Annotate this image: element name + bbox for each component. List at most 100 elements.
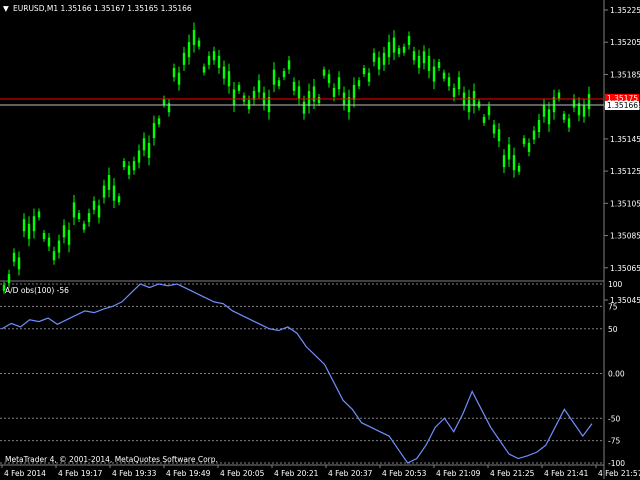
candle-body	[402, 46, 406, 53]
candle-body	[377, 57, 381, 70]
time-tick-label: 4 Feb 20:05	[220, 469, 265, 478]
candle-body	[82, 223, 86, 230]
candle-body	[237, 84, 241, 91]
indicator-tick-label: 75	[608, 302, 618, 311]
candle-body	[582, 104, 586, 117]
indicator-tick-label: 50	[608, 325, 618, 334]
candle-body	[537, 120, 541, 132]
time-tick-label: 4 Feb 2014	[4, 469, 46, 478]
time-tick-label: 4 Feb 20:21	[274, 469, 319, 478]
candle-body	[572, 98, 576, 108]
indicator-tick-label: -50	[608, 414, 620, 423]
indicator-tick-label: 0.00	[608, 370, 625, 379]
candle-body	[422, 51, 426, 64]
candle-body	[452, 87, 456, 97]
candle-body	[207, 55, 211, 65]
candle-body	[197, 40, 201, 47]
time-tick-label: 4 Feb 19:33	[112, 469, 157, 478]
candle-body	[257, 80, 261, 93]
candle-body	[297, 86, 301, 99]
candle-body	[512, 155, 516, 171]
candle-body	[127, 165, 131, 175]
time-tick-label: 4 Feb 20:37	[328, 469, 373, 478]
chart-canvas[interactable]: 1.35225 1.35205 1.35185 1.35166 1.35145 1.351…	[0, 0, 640, 480]
candle-body	[287, 60, 291, 70]
time-tick-label: 4 Feb 21:41	[544, 469, 589, 478]
copyright-text: MetaTrader 4, © 2001-2014, MetaQuotes So…	[5, 455, 218, 464]
candle-body	[532, 130, 536, 140]
candle-body	[42, 232, 46, 239]
candle-body	[487, 106, 491, 116]
candle-body	[447, 77, 451, 87]
candle-body	[557, 92, 561, 99]
candle-body	[17, 257, 21, 270]
candle-body	[107, 174, 111, 190]
candle-body	[137, 150, 141, 163]
indicator-title: A/D obs(100) -56	[5, 286, 69, 295]
candle-body	[122, 161, 126, 168]
price-candles	[2, 22, 591, 294]
candle-body	[147, 142, 151, 158]
price-tick-label: 1.35125	[610, 167, 640, 176]
candle-body	[397, 48, 401, 55]
candle-body	[47, 237, 51, 247]
candle-body	[382, 52, 386, 65]
price-tick-label: 1.35145	[610, 135, 640, 144]
candle-body	[337, 77, 341, 90]
candle-body	[367, 72, 371, 82]
candle-body	[12, 252, 16, 262]
candle-body	[362, 68, 366, 75]
candle-body	[22, 219, 26, 232]
chart-title: EURUSD,M1 1.35166 1.35167 1.35165 1.3516…	[13, 4, 192, 13]
candle-body	[317, 97, 321, 104]
candle-body	[212, 51, 216, 61]
candle-body	[407, 36, 411, 46]
time-tick-label: 4 Feb 19:17	[58, 469, 103, 478]
candle-body	[387, 42, 391, 58]
candle-body	[457, 77, 461, 90]
candle-body	[227, 71, 231, 87]
price-tick-label: 1.35225	[610, 6, 640, 15]
candle-body	[72, 202, 76, 218]
price-axis: 1.35225 1.35205 1.35185 1.35166 1.35145 1.351…	[604, 6, 640, 305]
candle-body	[372, 52, 376, 62]
candle-body	[112, 185, 116, 201]
bid-price-label: 1.35166	[607, 101, 638, 110]
time-tick-label: 4 Feb 20:53	[382, 469, 427, 478]
candle-body	[142, 138, 146, 151]
candle-body	[92, 200, 96, 210]
candle-body	[217, 55, 221, 68]
candle-body	[27, 223, 31, 239]
indicator-grid	[0, 283, 604, 464]
candle-body	[157, 118, 161, 125]
price-tick-label: 1.35185	[610, 70, 640, 79]
indicator-tick-label: 100	[608, 280, 623, 289]
candle-body	[222, 66, 226, 79]
candle-body	[187, 42, 191, 58]
candle-body	[32, 216, 36, 232]
price-tick-label: 1.35105	[610, 199, 640, 208]
candle-body	[97, 205, 101, 218]
time-tick-label: 4 Feb 21:57	[598, 469, 640, 478]
candle-body	[562, 113, 566, 120]
symbol-dropdown-icon[interactable]: ▼	[3, 4, 9, 13]
price-tick-label: 1.35205	[610, 38, 640, 47]
candle-body	[192, 29, 196, 45]
candle-body	[277, 80, 281, 87]
candle-body	[502, 155, 506, 168]
candle-body	[292, 81, 296, 91]
indicator-tick-label: -75	[608, 437, 620, 446]
time-tick-label: 4 Feb 21:09	[436, 469, 481, 478]
candle-body	[67, 229, 71, 245]
candle-body	[322, 69, 326, 76]
price-tick-label: 1.35085	[610, 232, 640, 241]
candle-body	[587, 94, 591, 110]
candle-body	[57, 240, 61, 253]
candle-body	[437, 61, 441, 68]
candle-body	[172, 68, 176, 78]
candle-body	[87, 213, 91, 223]
candle-body	[102, 185, 106, 198]
candle-body	[507, 144, 511, 160]
candle-body	[567, 118, 571, 128]
candle-body	[282, 71, 286, 78]
